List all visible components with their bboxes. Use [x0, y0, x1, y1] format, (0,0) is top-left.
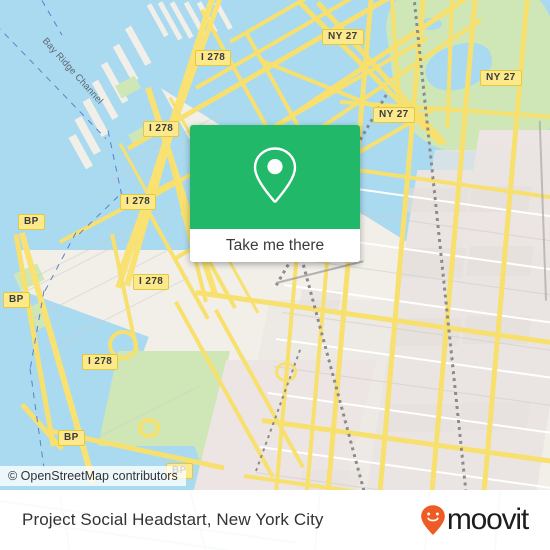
highway-shield-ny27: NY 27: [373, 107, 415, 123]
highway-shield-ny27: NY 27: [480, 70, 522, 86]
highway-shield-i278: I 278: [133, 274, 170, 290]
take-me-there-button[interactable]: Take me there: [190, 229, 360, 262]
moovit-logo[interactable]: moovit: [420, 503, 529, 537]
moovit-smiley-pin-icon: [420, 504, 446, 536]
highway-shield-bp: BP: [58, 430, 85, 446]
highway-shield-i278: I 278: [195, 50, 232, 66]
moovit-wordmark: moovit: [446, 503, 529, 536]
highway-shield-bp: BP: [18, 214, 45, 230]
map-pin-icon: [250, 144, 300, 211]
highway-shield-i278: I 278: [82, 354, 119, 370]
highway-shield-i278: I 278: [143, 121, 180, 137]
take-me-there-card[interactable]: Take me there: [190, 125, 360, 262]
take-me-there-label: Take me there: [225, 236, 325, 254]
highway-shield-i278: I 278: [120, 194, 157, 210]
road-ramp-loop-2: [138, 418, 160, 438]
highway-shield-ny27: NY 27: [322, 29, 364, 45]
attribution-text: © OpenStreetMap contributors: [8, 469, 178, 483]
place-title: Project Social Headstart, New York City: [22, 510, 324, 529]
card-icon-area: [190, 125, 360, 229]
map-page: Bay Ridge Channel I 278 I 278 I 278 I 27…: [0, 0, 550, 550]
highway-shield-bp: BP: [3, 292, 30, 308]
map-attribution[interactable]: © OpenStreetMap contributors: [0, 466, 186, 486]
footer-bar: Project Social Headstart, New York City …: [0, 490, 550, 550]
maritime-boundary: [107, 130, 124, 200]
